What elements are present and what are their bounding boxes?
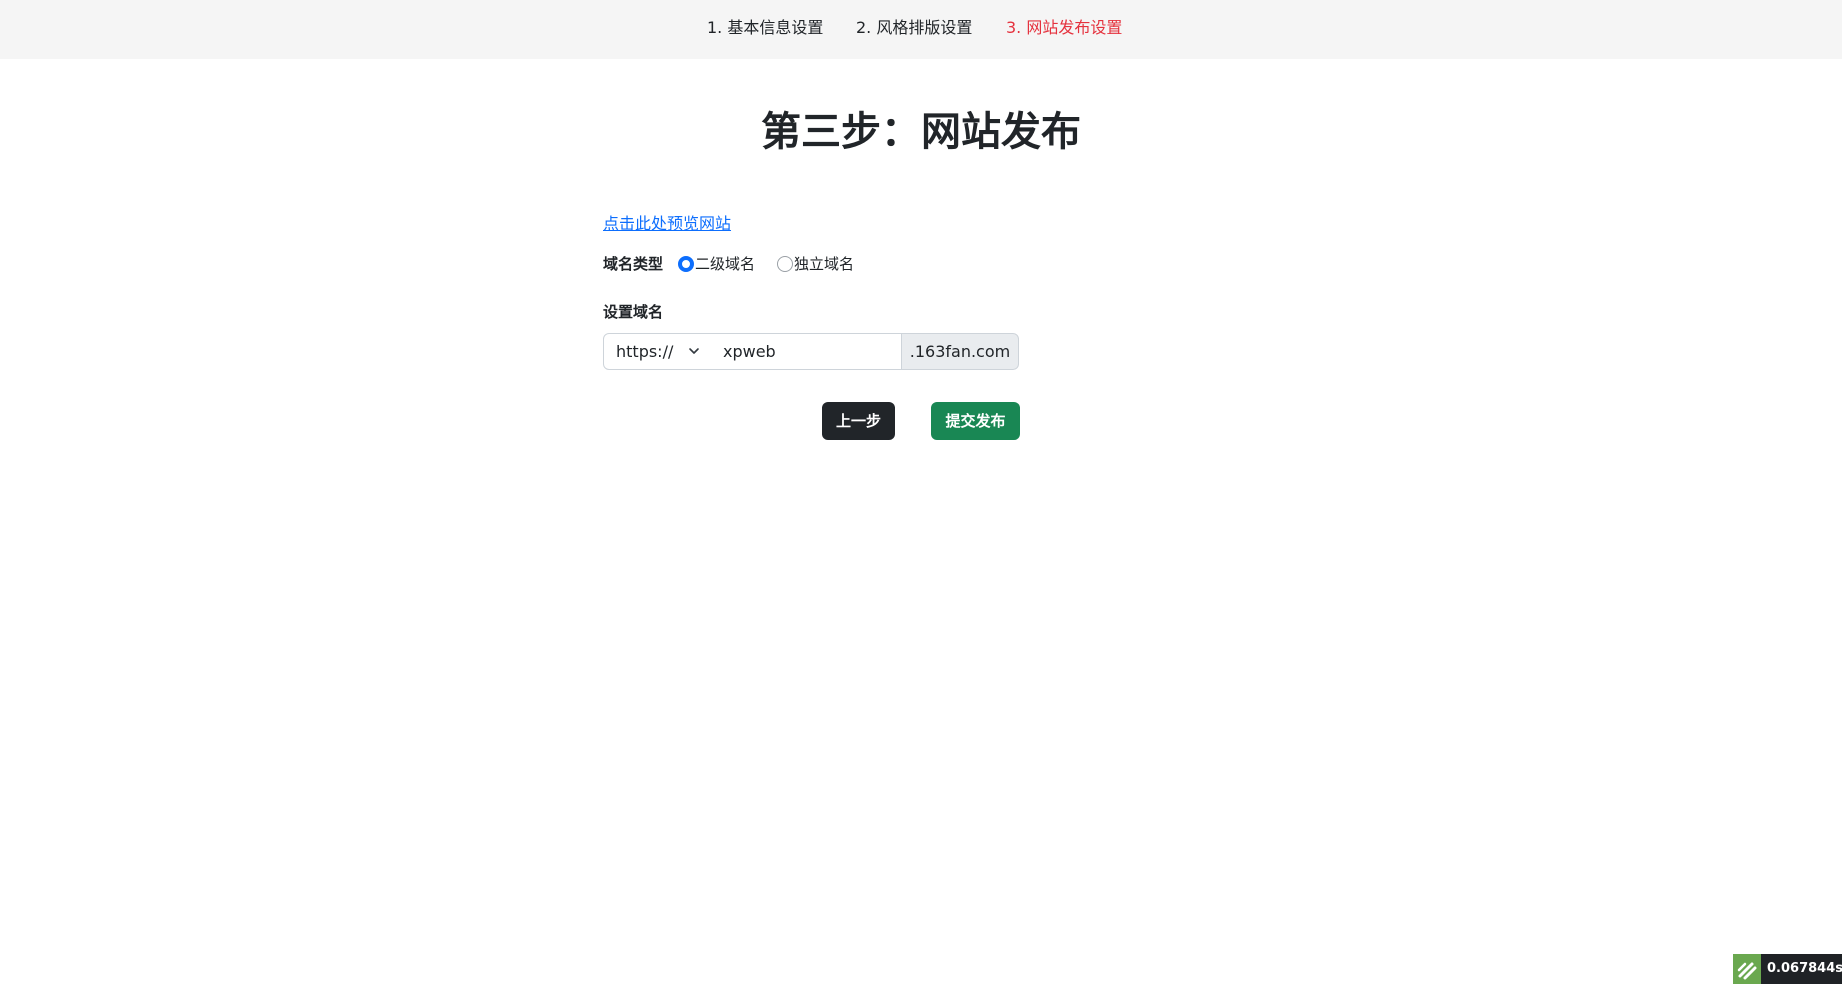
subdomain-input[interactable] [711,333,902,370]
domain-suffix: .163fan.com [901,333,1019,370]
preview-site-link[interactable]: 点击此处预览网站 [603,213,731,235]
set-domain-label: 设置域名 [603,303,664,321]
radio-custom-domain-label[interactable]: 独立域名 [794,254,854,274]
radio-subdomain[interactable] [678,256,694,272]
radio-subdomain-label[interactable]: 二级域名 [695,254,755,274]
chevron-down-icon [689,348,699,354]
debug-timer-value: 0.067844s [1767,961,1842,976]
domain-type-label: 域名类型 [603,255,664,273]
thinkphp-logo-icon [1733,954,1761,984]
submit-publish-button[interactable]: 提交发布 [931,402,1020,440]
step-style-layout[interactable]: 2. 风格排版设置 [856,18,972,38]
top-step-nav: 1. 基本信息设置 2. 风格排版设置 3. 网站发布设置 [0,0,1842,59]
protocol-value: https:// [616,342,674,361]
debug-timer-badge[interactable]: 0.067844s [1733,954,1842,984]
protocol-select[interactable]: https:// [603,333,712,370]
step-publish-settings[interactable]: 3. 网站发布设置 [1006,18,1122,38]
prev-step-button[interactable]: 上一步 [822,402,895,440]
radio-custom-domain[interactable] [777,256,793,272]
step-basic-info[interactable]: 1. 基本信息设置 [707,18,823,38]
page-title: 第三步：网站发布 [761,109,1081,155]
